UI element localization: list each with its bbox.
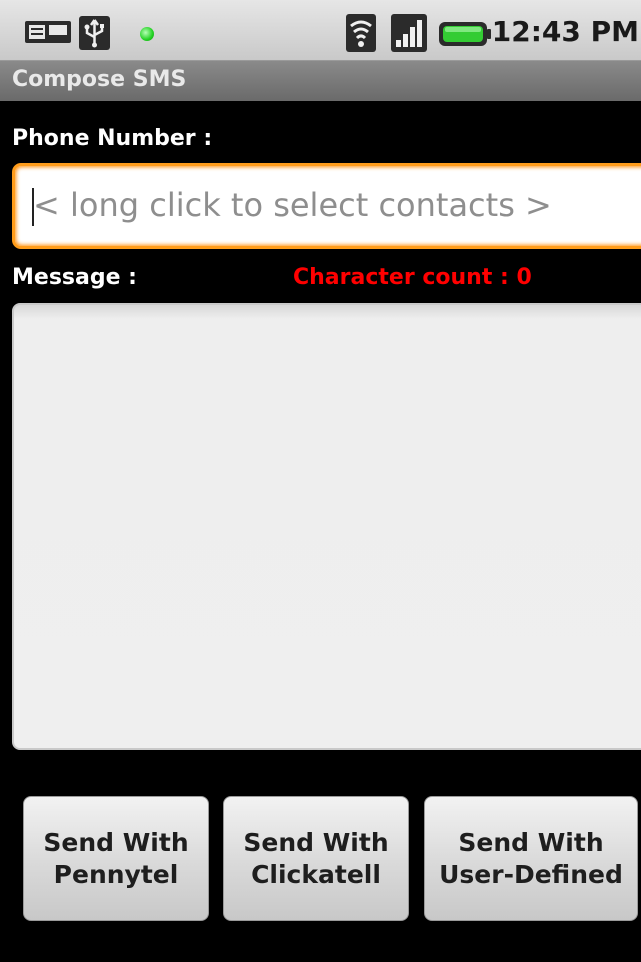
phone-number-label: Phone Number :: [12, 126, 217, 151]
status-time: 12:43 PM: [491, 15, 639, 48]
wifi-icon: [346, 14, 376, 52]
phone-number-placeholder: < long click to select contacts >: [33, 186, 552, 224]
button-label-line1: Send With: [43, 827, 189, 857]
usb-icon: [79, 16, 110, 50]
button-label-line1: Send With: [243, 827, 389, 857]
button-label-line2: Pennytel: [53, 859, 179, 889]
send-with-user-defined-button[interactable]: Send With User-Defined: [424, 796, 638, 921]
button-label-line2: User-Defined: [439, 859, 623, 889]
message-textarea[interactable]: [12, 303, 641, 750]
character-count: Character count : 0: [293, 265, 532, 290]
send-with-pennytel-button[interactable]: Send With Pennytel: [23, 796, 209, 921]
button-label-line2: Clickatell: [251, 859, 381, 889]
led-dot-icon: [140, 27, 154, 41]
status-bar: 12:43 PM: [0, 0, 641, 60]
signal-icon: [391, 14, 427, 52]
battery-icon: [439, 22, 491, 46]
screen: 12:43 PM Compose SMS Phone Number : < lo…: [0, 0, 641, 962]
title-bar: Compose SMS: [0, 60, 641, 101]
app-title: Compose SMS: [12, 67, 187, 92]
message-label: Message :: [12, 265, 141, 290]
send-with-clickatell-button[interactable]: Send With Clickatell: [223, 796, 409, 921]
phone-number-input[interactable]: < long click to select contacts >: [12, 163, 641, 249]
sim-card-icon: [25, 21, 71, 43]
button-label-line1: Send With: [458, 827, 604, 857]
